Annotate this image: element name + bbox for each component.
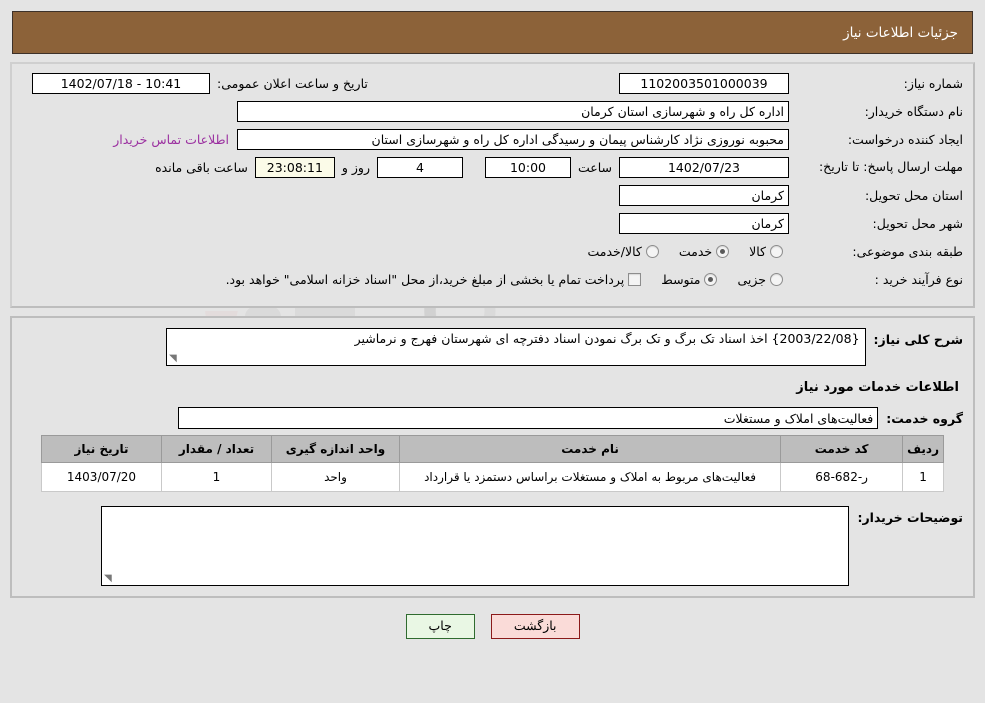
col-service-name: نام خدمت: [398, 435, 782, 463]
buyer-contact-link[interactable]: اطلاعات تماس خریدار: [105, 132, 237, 147]
deadline-time-label: ساعت: [577, 159, 612, 175]
row-request-creator: ایجاد کننده درخواست: محبوبه نوروزی نژاد …: [22, 128, 963, 150]
table-row: 1 ر-682-68 فعالیت‌های مربوط به املاک و م…: [41, 462, 944, 492]
need-number-field[interactable]: 1102003501000039: [619, 72, 789, 94]
purchase-type-option-motavaset[interactable]: متوسط: [647, 272, 723, 287]
category-option-kala[interactable]: کالا: [735, 244, 789, 259]
row-delivery-city: شهر محل تحویل: کرمان: [22, 212, 963, 234]
treasury-bond-label: پرداخت تمام یا بخشی از مبلغ خرید،از محل …: [225, 271, 625, 287]
service-group-label: گروه خدمت:: [886, 411, 963, 426]
services-section-title: اطلاعات خدمات مورد نیاز: [796, 380, 959, 395]
radio-icon-jozei[interactable]: [770, 272, 783, 286]
resize-grip-icon[interactable]: ◤: [169, 353, 179, 364]
col-service-code: کد خدمت: [780, 435, 904, 463]
row-category: طبقه بندی موضوعی: کالا خدمت کالا/خدمت: [22, 240, 963, 262]
public-announce-label: تاریخ و ساعت اعلان عمومی:: [217, 75, 368, 91]
row-purchase-type: نوع فرآیند خرید : جزیی متوسط پرداخت تمام…: [22, 268, 963, 290]
purchase-type-option-jozei-label: جزیی: [737, 271, 766, 287]
category-option-khedmat-label: خدمت: [678, 243, 713, 259]
purchase-type-option-jozei[interactable]: جزیی: [723, 272, 789, 287]
buyer-org-label: نام دستگاه خریدار:: [864, 103, 963, 119]
buyer-notes-label: توضیحات خریدار:: [857, 510, 963, 525]
cell-index: 1: [902, 462, 944, 492]
need-number-label: شماره نیاز:: [903, 75, 963, 91]
deadline-days-field[interactable]: 4: [376, 156, 463, 178]
print-button[interactable]: چاپ: [405, 614, 475, 639]
deadline-countdown-field: 23:08:11: [254, 156, 335, 178]
col-need-date: تاریخ نیاز: [41, 435, 162, 463]
buyer-notes-textarea[interactable]: ◤: [101, 506, 850, 586]
delivery-city-label: شهر محل تحویل:: [872, 215, 963, 231]
request-creator-field[interactable]: محبوبه نوروزی نژاد کارشناس پیمان و رسیدگ…: [237, 128, 789, 150]
radio-icon-khedmat[interactable]: [716, 244, 730, 258]
description-label: شرح کلی نیاز:: [873, 332, 963, 347]
cell-service-code: ر-682-68: [780, 462, 904, 492]
page-title: جزئیات اطلاعات نیاز: [843, 24, 958, 41]
service-group-field[interactable]: فعالیت‌های املاک و مستغلات: [178, 407, 879, 429]
purchase-type-label: نوع فرآیند خرید :: [874, 271, 963, 287]
category-label: طبقه بندی موضوعی:: [852, 243, 963, 259]
radio-icon-motavaset[interactable]: [704, 272, 718, 286]
row-delivery-province: استان محل تحویل: کرمان: [22, 184, 963, 206]
cell-unit: واحد: [271, 462, 400, 492]
row-deadline: مهلت ارسال پاسخ: تا تاریخ: 1402/07/23 سا…: [22, 156, 963, 178]
deadline-label: مهلت ارسال پاسخ: تا تاریخ:: [818, 158, 963, 174]
deadline-days-label: روز و: [341, 159, 370, 175]
form-actions: بازگشت چاپ: [0, 614, 985, 639]
checkbox-icon-treasury-bond[interactable]: [628, 272, 642, 286]
public-announce-field[interactable]: 1402/07/18 - 10:41: [32, 72, 210, 94]
description-textarea[interactable]: {2003/22/08} اخذ اسناد تک برگ و تک برگ ن…: [165, 328, 866, 366]
row-service-group: گروه خدمت: فعالیت‌های املاک و مستغلات: [22, 407, 963, 429]
deadline-date-field[interactable]: 1402/07/23: [619, 156, 789, 178]
buyer-org-field[interactable]: اداره کل راه و شهرسازی استان کرمان: [237, 100, 789, 122]
category-option-khedmat[interactable]: خدمت: [665, 244, 735, 259]
deadline-remaining-label: ساعت باقی مانده: [155, 159, 248, 175]
category-option-kala-label: کالا: [749, 243, 766, 259]
request-creator-label: ایجاد کننده درخواست:: [847, 131, 963, 147]
table-header-row: ردیف کد خدمت نام خدمت واحد اندازه گیری ت…: [41, 435, 944, 463]
back-button[interactable]: بازگشت: [490, 614, 580, 639]
row-buyer-notes: توضیحات خریدار: ◤: [22, 506, 963, 586]
row-need-number: شماره نیاز: 1102003501000039 تاریخ و ساع…: [22, 72, 963, 94]
category-option-kala-khedmat-label: کالا/خدمت: [587, 243, 642, 259]
services-panel: شرح کلی نیاز: {2003/22/08} اخذ اسناد تک …: [10, 316, 975, 598]
page-root: جزئیات اطلاعات نیاز شماره نیاز: 11020035…: [0, 11, 985, 639]
purchase-type-option-motavaset-label: متوسط: [661, 271, 701, 287]
row-description: شرح کلی نیاز: {2003/22/08} اخذ اسناد تک …: [22, 328, 963, 366]
services-table: ردیف کد خدمت نام خدمت واحد اندازه گیری ت…: [41, 435, 944, 492]
category-option-kala-khedmat[interactable]: کالا/خدمت: [573, 244, 664, 259]
delivery-province-label: استان محل تحویل:: [864, 187, 963, 203]
cell-service-name: فعالیت‌های مربوط به املاک و مستغلات براس…: [398, 462, 782, 492]
delivery-city-field[interactable]: کرمان: [619, 212, 789, 234]
cell-quantity: 1: [161, 462, 272, 492]
col-quantity: تعداد / مقدار: [161, 435, 272, 463]
window-titlebar: جزئیات اطلاعات نیاز: [12, 11, 973, 54]
treasury-bond-checkbox-group[interactable]: پرداخت تمام یا بخشی از مبلغ خرید،از محل …: [226, 272, 648, 287]
description-text: {2003/22/08} اخذ اسناد تک برگ و تک برگ ن…: [354, 331, 860, 346]
deadline-time-field[interactable]: 10:00: [484, 156, 571, 178]
need-info-panel: شماره نیاز: 1102003501000039 تاریخ و ساع…: [10, 62, 975, 308]
radio-icon-kala[interactable]: [770, 244, 783, 258]
delivery-province-field[interactable]: کرمان: [619, 184, 789, 206]
row-buyer-org: نام دستگاه خریدار: اداره کل راه و شهرساز…: [22, 100, 963, 122]
radio-icon-kala-khedmat[interactable]: [645, 244, 659, 258]
cell-need-date: 1403/07/20: [41, 462, 162, 492]
resize-grip-icon[interactable]: ◤: [104, 573, 114, 584]
col-index: ردیف: [902, 435, 944, 463]
col-unit: واحد اندازه گیری: [271, 435, 400, 463]
